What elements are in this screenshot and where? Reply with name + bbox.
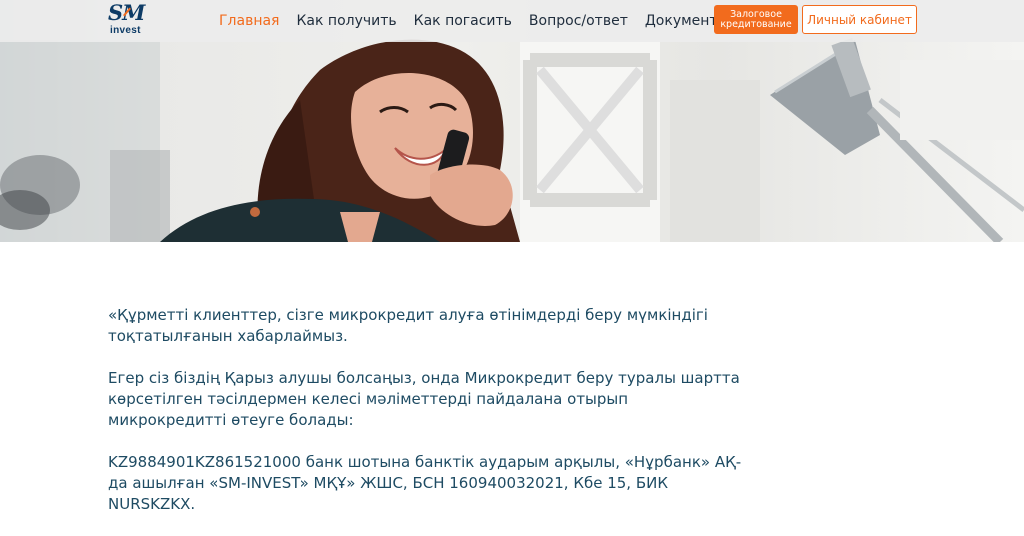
notice-paragraph: Егер сіз біздің Қарыз алушы болсаңыз, он…: [108, 369, 740, 429]
header-navbar: SM invest Главная Как получить Как погас…: [0, 0, 1024, 42]
logo[interactable]: SM invest: [108, 1, 148, 39]
nav-link-home[interactable]: Главная: [219, 13, 279, 29]
notice-text: «Құрметті клиенттер, сізге микрокредит а…: [108, 305, 748, 536]
main-nav: Главная Как получить Как погасить Вопрос…: [219, 0, 746, 42]
notice-paragraph: KZ9884901KZ861521000 банк шотына банктік…: [108, 453, 742, 513]
notice-paragraph: «Құрметті клиенттер, сізге микрокредит а…: [108, 306, 708, 345]
nav-link-how-to-get[interactable]: Как получить: [296, 13, 396, 29]
nav-link-faq[interactable]: Вопрос/ответ: [529, 13, 628, 29]
pledge-lending-label-line2: кредитование: [720, 18, 792, 30]
logo-brand-invest: invest: [110, 25, 141, 36]
pledge-lending-label-line1: Залоговое: [730, 8, 782, 20]
nav-link-how-to-repay[interactable]: Как погасить: [414, 13, 512, 29]
pledge-lending-button[interactable]: Залоговое кредитование: [714, 5, 798, 34]
personal-cabinet-button[interactable]: Личный кабинет: [802, 5, 917, 34]
